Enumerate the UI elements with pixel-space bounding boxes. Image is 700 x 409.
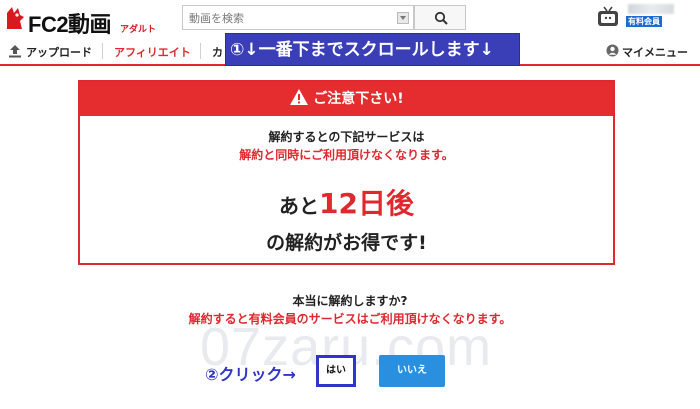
notice-header: ご注意下さい! [80,82,613,116]
confirm-question: 本当に解約しますか? [292,294,408,308]
click-instruction-annotation: ②クリック→ [205,365,296,384]
logo-text: FC2動画 [28,12,112,37]
site-header: FC2動画 アダルト 動画を検索 有料会員 [0,0,700,37]
notice-line-2: 解約と同時にご利用頂けなくなります。 [239,148,454,162]
tv-icon[interactable] [596,6,620,28]
notice-title: ご注意下さい! [313,91,404,107]
user-icon [606,44,619,57]
countdown-text: あと12日後 [80,182,613,222]
username-blurred [628,4,674,14]
nav-affiliate[interactable]: アフィリエイト [114,44,191,60]
notice-final: の解約がお得です! [266,232,427,254]
no-button[interactable]: いいえ [379,355,445,387]
member-badge: 有料会員 [626,16,662,27]
warning-icon [290,89,309,105]
nav-item-partial[interactable]: カ [212,44,223,60]
nav-upload[interactable]: アップロード [8,44,92,60]
search-icon [434,11,448,25]
caution-notice: ご注意下さい! 解約するとの下記サービスは 解約と同時にご利用頂けなくなります。… [78,80,615,265]
upload-icon [9,45,21,58]
nav-upload-label: アップロード [26,46,92,59]
search-button[interactable] [414,5,466,30]
fc2-mascot-icon [7,7,24,29]
countdown-days: 12日後 [319,187,414,220]
search-category-dropdown[interactable] [397,12,409,24]
logo-subtitle: アダルト [120,25,157,35]
nav-divider [102,43,103,59]
search-placeholder: 動画を検索 [189,12,244,25]
notice-line-1: 解約するとの下記サービスは [268,130,425,144]
search-input[interactable]: 動画を検索 [182,5,414,30]
yes-button[interactable]: はい [316,355,356,387]
nav-divider [200,43,201,59]
nav-mymenu[interactable]: マイメニュー [606,44,688,60]
nav-mymenu-label: マイメニュー [622,46,688,59]
scroll-instruction-annotation: ①↓一番下までスクロールします↓ [225,33,520,66]
countdown-prefix: あと [279,194,320,218]
